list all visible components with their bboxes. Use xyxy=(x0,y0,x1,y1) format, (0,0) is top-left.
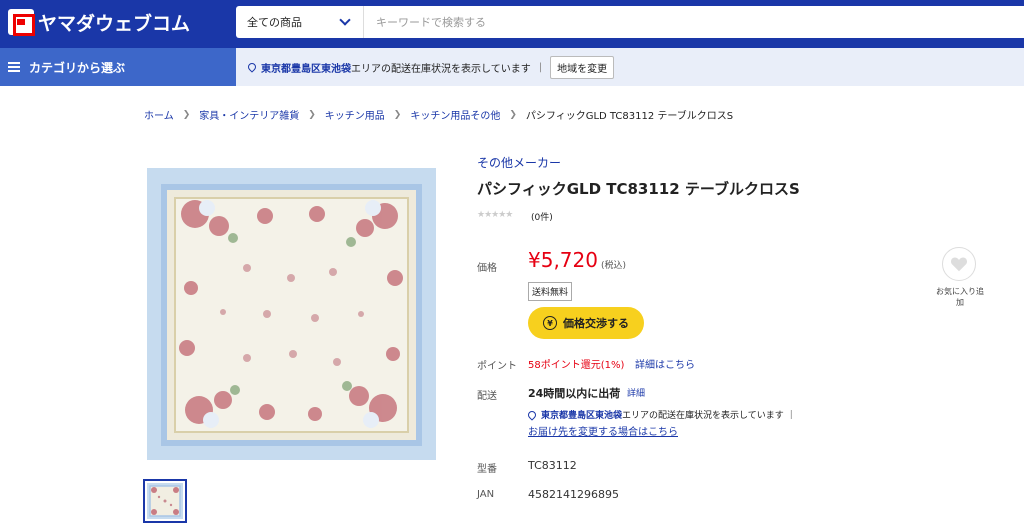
tablecloth-image xyxy=(147,168,436,460)
area-city[interactable]: 東京都豊島区東池袋 xyxy=(261,60,351,75)
breadcrumb: ホーム ❯ 家具・インテリア雑貨 ❯ キッチン用品 ❯ キッチン用品その他 ❯ パシフィ… xyxy=(144,107,734,123)
breadcrumb-kitchen[interactable]: キッチン用品 xyxy=(325,107,385,122)
hamburger-icon xyxy=(8,62,20,72)
delivery-area-bar: 東京都豊島区東池袋 エリアの配送在庫状況を表示しています | 地域を変更 xyxy=(236,48,1024,86)
tax-note: (税込) xyxy=(601,261,627,271)
delivery-label: 配送 xyxy=(477,391,497,402)
delivery-area-info: 東京都豊島区東池袋 エリアの配送在庫状況を表示しています | xyxy=(526,408,793,421)
favorite-label: お気に入り追加 xyxy=(936,287,984,307)
price-label: 価格 xyxy=(477,263,497,274)
area-separator: | xyxy=(538,61,543,73)
heart-icon xyxy=(950,257,968,272)
jan-label: JAN xyxy=(477,489,495,500)
search-category-label: 全ての商品 xyxy=(247,16,302,29)
points-value: 58ポイント還元(1%) xyxy=(528,360,625,371)
logo-icon xyxy=(8,9,35,36)
search-category-select[interactable]: 全ての商品 xyxy=(236,6,364,38)
delivery-area-text: エリアの配送在庫状況を表示しています xyxy=(622,411,784,421)
chevron-down-icon xyxy=(339,14,351,26)
yen-coin-icon: ¥ xyxy=(543,316,557,330)
maker-link[interactable]: その他メーカー xyxy=(477,154,561,171)
delivery-area-city[interactable]: 東京都豊島区東池袋 xyxy=(541,408,622,421)
breadcrumb-home[interactable]: ホーム xyxy=(144,107,174,122)
product-main-image[interactable] xyxy=(147,168,436,460)
negotiate-price-button[interactable]: ¥ 価格交渉する xyxy=(528,307,644,339)
chevron-right-icon: ❯ xyxy=(182,109,191,120)
category-menu-label: カテゴリから選ぶ xyxy=(29,60,126,75)
location-pin-icon xyxy=(526,408,538,421)
chevron-right-icon: ❯ xyxy=(509,109,517,120)
delivery-detail-link[interactable]: 詳細 xyxy=(627,386,645,399)
area-text: エリアの配送在庫状況を表示しています xyxy=(351,63,531,75)
chevron-right-icon: ❯ xyxy=(308,109,316,120)
search-input[interactable] xyxy=(364,6,1024,38)
points-detail-link[interactable]: 詳細はこちら xyxy=(635,356,695,371)
category-menu-button[interactable]: カテゴリから選ぶ xyxy=(0,48,236,86)
site-logo[interactable]: ヤマダウェブコム xyxy=(8,8,190,36)
product-thumbnail[interactable] xyxy=(143,479,187,523)
breadcrumb-current: パシフィックGLD TC83112 テーブルクロスS xyxy=(525,111,734,122)
price: ¥5,720 xyxy=(528,248,598,272)
breadcrumb-kitchen-other[interactable]: キッチン用品その他 xyxy=(410,107,500,122)
logo-text: ヤマダウェブコム xyxy=(38,12,191,35)
negotiate-label: 価格交渉する xyxy=(563,317,629,330)
change-area-button[interactable]: 地域を変更 xyxy=(550,55,615,79)
change-address-link[interactable]: お届け先を変更する場合はこちら xyxy=(528,423,678,438)
rating-stars: ★★★★★ xyxy=(477,210,513,220)
model-value: TC83112 xyxy=(528,459,577,472)
review-count[interactable]: (0件) xyxy=(531,210,553,223)
favorite-button[interactable] xyxy=(942,247,976,281)
chevron-right-icon: ❯ xyxy=(393,109,402,120)
model-label: 型番 xyxy=(477,464,497,475)
delivery-area-separator: | xyxy=(789,409,793,420)
free-shipping-badge: 送料無料 xyxy=(528,282,573,301)
location-pin-icon xyxy=(246,61,258,73)
breadcrumb-furniture[interactable]: 家具・インテリア雑貨 xyxy=(199,107,299,122)
jan-value: 4582141296895 xyxy=(528,488,619,501)
top-header: ヤマダウェブコム 全ての商品 xyxy=(0,0,1024,48)
product-title: パシフィックGLD TC83112 テーブルクロスS xyxy=(477,180,800,198)
delivery-value: 24時間以内に出荷 xyxy=(528,387,621,400)
thumbnail-image xyxy=(147,483,183,519)
points-label: ポイント xyxy=(477,361,517,372)
